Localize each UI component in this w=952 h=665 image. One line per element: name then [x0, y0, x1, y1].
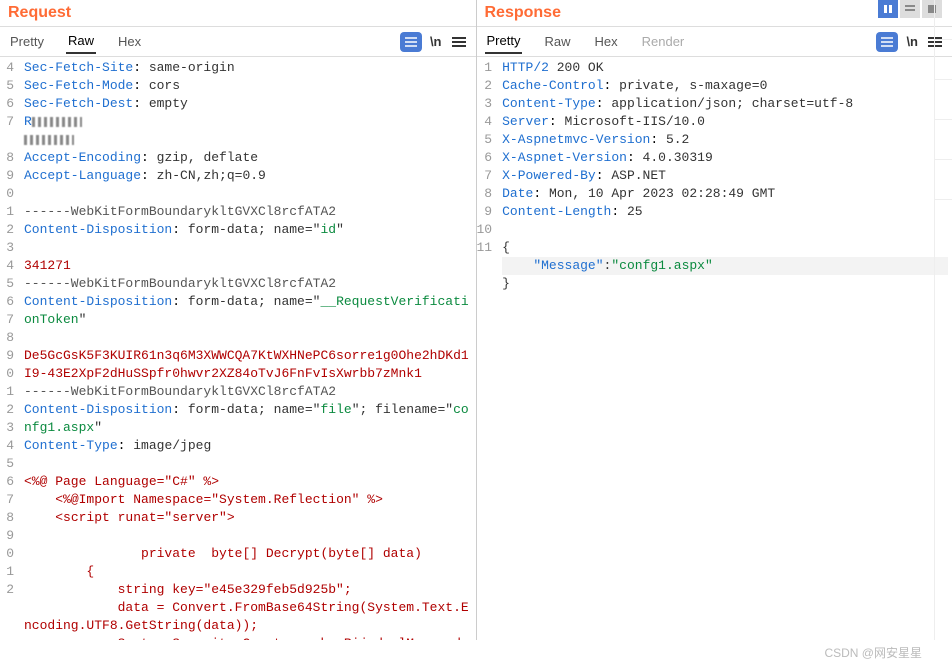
code-line: { — [502, 239, 948, 257]
code-line — [502, 221, 948, 239]
sidebar-slot[interactable] — [935, 80, 952, 120]
code-line: data = Convert.FromBase64String(System.T… — [24, 599, 472, 635]
code-line: string key="e45e329feb5d925b"; — [24, 581, 472, 599]
request-tab-controls: \n — [400, 32, 468, 52]
tab-pretty-resp[interactable]: Pretty — [485, 29, 523, 54]
code-line: 341271 — [24, 257, 472, 275]
code-line: Content-Type: image/jpeg — [24, 437, 472, 455]
code-line: System.Security.Cryptography.RijndaelMan… — [24, 635, 472, 640]
request-panel: Request Pretty Raw Hex \n 4567 890123456… — [0, 0, 477, 640]
code-content[interactable]: HTTP/2 200 OKCache-Control: private, s-m… — [498, 57, 952, 640]
code-line: Server: Microsoft-IIS/10.0 — [502, 113, 948, 131]
code-line: ------WebKitFormBoundarykltGVXCl8rcfATA2 — [24, 203, 472, 221]
line-gutter: 4567 8901234567890123456789012 — [0, 57, 20, 640]
code-line: Content-Length: 25 — [502, 203, 948, 221]
code-line: Sec-Fetch-Dest: empty — [24, 95, 472, 113]
code-line: HTTP/2 200 OK — [502, 59, 948, 77]
code-line — [24, 329, 472, 347]
request-tabs: Pretty Raw Hex \n — [0, 27, 476, 57]
layout-rows-button[interactable] — [900, 0, 920, 18]
newline-toggle-resp[interactable]: \n — [906, 34, 918, 49]
sidebar-slot[interactable] — [935, 120, 952, 160]
format-icon — [405, 37, 417, 47]
code-line: Sec-Fetch-Site: same-origin — [24, 59, 472, 77]
code-line: De5GcGsK5F3KUIR61n3q6M3XWWCQA7KtWXHNePC6… — [24, 347, 472, 383]
code-line: X-Powered-By: ASP.NET — [502, 167, 948, 185]
sidebar-slot[interactable] — [935, 0, 952, 40]
right-sidebar — [934, 0, 952, 640]
tab-raw[interactable]: Raw — [66, 29, 96, 54]
format-button-resp[interactable] — [876, 32, 898, 52]
code-line: Sec-Fetch-Mode: cors — [24, 77, 472, 95]
request-code-area[interactable]: 4567 8901234567890123456789012Sec-Fetch-… — [0, 57, 476, 640]
format-button[interactable] — [400, 32, 422, 52]
code-line: Date: Mon, 10 Apr 2023 02:28:49 GMT — [502, 185, 948, 203]
redacted-region — [24, 135, 74, 145]
tab-render-resp[interactable]: Render — [640, 30, 687, 53]
code-line: <%@ Page Language="C#" %> — [24, 473, 472, 491]
code-line: Content-Disposition: form-data; name="fi… — [24, 401, 472, 437]
pause-icon — [883, 4, 893, 14]
response-tabs: Pretty Raw Hex Render \n — [477, 27, 952, 57]
code-line: Content-Disposition: form-data; name="__… — [24, 293, 472, 329]
main-container: Request Pretty Raw Hex \n 4567 890123456… — [0, 0, 952, 640]
response-code-area[interactable]: 1234567891011 HTTP/2 200 OKCache-Control… — [477, 57, 952, 640]
code-line: <%@Import Namespace="System.Reflection" … — [24, 491, 472, 509]
hamburger-icon[interactable] — [450, 35, 468, 49]
tab-pretty[interactable]: Pretty — [8, 30, 46, 53]
code-line: Accept-Encoding: gzip, deflate — [24, 149, 472, 167]
code-line: private byte[] Decrypt(byte[] data) — [24, 545, 472, 563]
code-line: X-Aspnet-Version: 4.0.30319 — [502, 149, 948, 167]
code-line: "Message":"confg1.aspx" — [502, 257, 948, 275]
layout-columns-button[interactable] — [878, 0, 898, 18]
code-line — [24, 527, 472, 545]
newline-toggle[interactable]: \n — [430, 34, 442, 49]
code-line: <script runat="server"> — [24, 509, 472, 527]
code-line — [24, 131, 472, 149]
sidebar-slot[interactable] — [935, 160, 952, 200]
format-icon — [881, 37, 893, 47]
code-line: ------WebKitFormBoundarykltGVXCl8rcfATA2 — [24, 383, 472, 401]
response-title: Response — [485, 4, 561, 22]
tab-raw-resp[interactable]: Raw — [542, 30, 572, 53]
rows-icon — [905, 4, 915, 14]
request-title: Request — [8, 4, 71, 22]
watermark: CSDN @网安星星 — [824, 644, 922, 661]
request-header: Request — [0, 0, 476, 27]
tab-hex[interactable]: Hex — [116, 30, 143, 53]
code-line: X-Aspnetmvc-Version: 5.2 — [502, 131, 948, 149]
code-line: Content-Type: application/json; charset=… — [502, 95, 948, 113]
code-line: R — [24, 113, 472, 131]
code-line: Cache-Control: private, s-maxage=0 — [502, 77, 948, 95]
line-gutter: 1234567891011 — [477, 57, 499, 640]
code-line — [24, 455, 472, 473]
redacted-region — [32, 117, 82, 127]
code-line: Accept-Language: zh-CN,zh;q=0.9 — [24, 167, 472, 185]
code-line — [24, 239, 472, 257]
sidebar-slot[interactable] — [935, 40, 952, 80]
code-line: Content-Disposition: form-data; name="id… — [24, 221, 472, 239]
code-content[interactable]: Sec-Fetch-Site: same-originSec-Fetch-Mod… — [20, 57, 476, 640]
code-line: } — [502, 275, 948, 293]
code-line: ------WebKitFormBoundarykltGVXCl8rcfATA2 — [24, 275, 472, 293]
code-line: { — [24, 563, 472, 581]
tab-hex-resp[interactable]: Hex — [592, 30, 619, 53]
code-line — [24, 185, 472, 203]
layout-buttons — [878, 0, 942, 18]
response-panel: Response Pretty Raw Hex Render \n 123456… — [477, 0, 952, 640]
